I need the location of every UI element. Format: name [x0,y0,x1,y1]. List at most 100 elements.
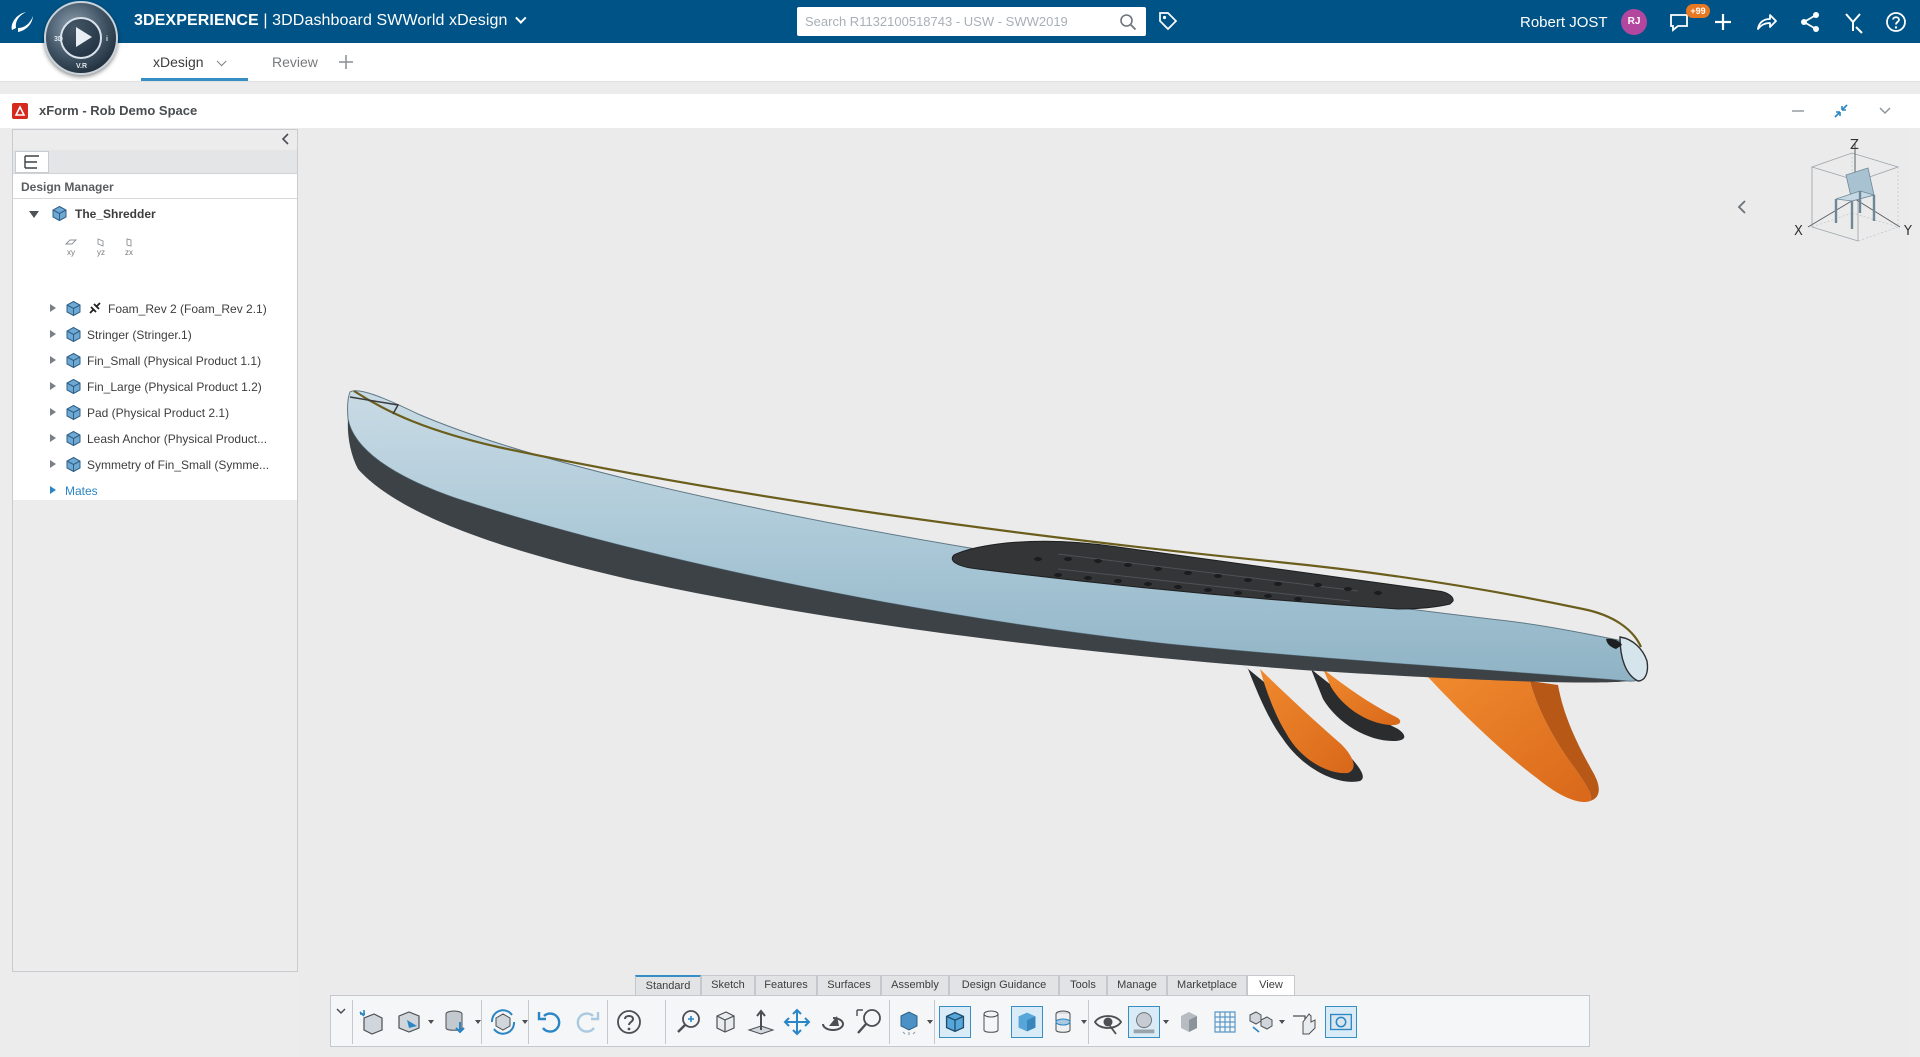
expand-icon[interactable] [50,330,56,338]
tag-icon[interactable] [1157,10,1179,32]
display-style-icon[interactable] [893,1006,925,1038]
plus-icon[interactable] [1710,9,1736,35]
add-tab-icon[interactable] [336,52,356,72]
chair-model-icon [1834,167,1876,229]
dropdown-arrow-icon[interactable] [927,1020,933,1024]
search-input[interactable] [805,11,1105,32]
undo-icon[interactable] [534,1006,566,1038]
plane-label: zx [125,248,133,257]
rotate-icon[interactable] [817,1006,849,1038]
expand-icon[interactable] [50,408,56,416]
pan-icon[interactable] [781,1006,813,1038]
chevron-down-icon[interactable] [216,56,227,67]
tab-review[interactable]: Review [272,43,318,81]
ambient-occlusion-icon[interactable] [1128,1006,1160,1038]
expand-icon[interactable] [50,304,56,312]
axis-x-label: X [1794,224,1803,239]
3d-viewport[interactable]: Z X Y [298,129,1912,1057]
dropdown-arrow-icon[interactable] [1279,1020,1285,1024]
tab-sketch[interactable]: Sketch [701,975,755,995]
plane-icon [126,238,132,247]
collapse-panel-icon[interactable] [279,132,293,146]
plane-zx[interactable]: zx [115,238,143,257]
render-icon[interactable] [1173,1006,1205,1038]
restore-icon[interactable] [1832,102,1850,120]
avatar[interactable]: RJ [1621,9,1647,35]
tree-item-foam[interactable]: Foam_Rev 2 (Foam_Rev 2.1) [13,297,297,321]
open-icon[interactable] [393,1006,425,1038]
tree-root[interactable]: The_Shredder [13,202,297,226]
view-orientation-icon[interactable] [709,1006,741,1038]
surfboard-model[interactable] [298,129,1908,1057]
plane-xy[interactable]: xy [57,238,85,257]
search-box[interactable] [797,7,1146,36]
tree-item-stringer[interactable]: Stringer (Stringer.1) [13,323,297,347]
dropdown-arrow-icon[interactable] [1163,1020,1169,1024]
tree-item-leash-anchor[interactable]: Leash Anchor (Physical Product... [13,427,297,451]
tab-view[interactable]: View [1247,975,1295,995]
expand-icon[interactable] [50,382,56,390]
tab-marketplace[interactable]: Marketplace [1167,975,1247,995]
zoom-fit-icon[interactable] [673,1006,705,1038]
new-part-icon[interactable] [356,1006,388,1038]
zoom-area-icon[interactable] [853,1006,885,1038]
normal-to-icon[interactable] [745,1006,777,1038]
visibility-icon[interactable] [1092,1006,1124,1038]
expand-icon[interactable] [29,211,39,218]
expand-icon[interactable] [50,356,56,364]
tree-item-label: Foam_Rev 2 (Foam_Rev 2.1) [108,302,267,316]
expand-icon[interactable] [50,460,56,468]
user-name[interactable]: Robert JOST [1520,14,1608,31]
design-manager-toolbar [13,150,297,174]
shaded-edges-icon[interactable] [939,1006,971,1038]
expand-icon[interactable] [50,486,56,494]
transparent-icon[interactable] [975,1006,1007,1038]
expand-icon[interactable] [50,434,56,442]
tab-tools[interactable]: Tools [1059,975,1107,995]
tree-item-pad[interactable]: Pad (Physical Product 2.1) [13,401,297,425]
grid-icon[interactable] [1209,1006,1241,1038]
view-cube[interactable]: Z X Y [1768,135,1918,265]
measure-icon[interactable] [1289,1006,1321,1038]
tab-features[interactable]: Features [755,975,817,995]
tree-item-label: Fin_Large (Physical Product 1.2) [87,380,262,394]
chevron-left-icon[interactable] [1735,199,1749,215]
chevron-down-icon[interactable] [1876,102,1894,120]
dropdown-arrow-icon[interactable] [428,1020,434,1024]
shaded-icon[interactable] [1011,1006,1043,1038]
tree-item-fin-small[interactable]: Fin_Small (Physical Product 1.1) [13,349,297,373]
minimize-icon[interactable] [1789,102,1807,120]
rebuild-icon[interactable] [487,1006,519,1038]
help-icon[interactable] [1883,9,1909,35]
tab-assembly[interactable]: Assembly [881,975,949,995]
3ds-logo-icon[interactable] [6,6,38,38]
capture-icon[interactable] [1325,1006,1357,1038]
plane-yz[interactable]: yz [87,238,115,257]
tab-surfaces[interactable]: Surfaces [817,975,881,995]
search-icon[interactable] [1119,13,1137,31]
explode-icon[interactable] [1245,1006,1277,1038]
tree-item-label: Symmetry of Fin_Small (Symme... [87,458,270,472]
tab-manage[interactable]: Manage [1107,975,1167,995]
app-title[interactable]: 3DEXPERIENCE | 3DDashboard SWWorld xDesi… [134,12,527,30]
save-icon[interactable] [440,1006,472,1038]
share-icon[interactable] [1753,9,1779,35]
collapse-action-bar-icon[interactable] [334,1004,348,1018]
separator [889,1000,890,1044]
tools-icon[interactable] [1840,9,1866,35]
network-icon[interactable] [1797,9,1823,35]
tab-standard[interactable]: Standard [635,975,701,995]
part-cube-icon [66,404,81,421]
tab-design-guidance[interactable]: Design Guidance [949,975,1059,995]
fin-large[interactable] [1428,677,1599,803]
tree-item-symmetry[interactable]: Symmetry of Fin_Small (Symme... [13,453,297,477]
redo-icon[interactable] [571,1006,603,1038]
tree-item-fin-large[interactable]: Fin_Large (Physical Product 1.2) [13,375,297,399]
help-icon[interactable] [613,1006,645,1038]
dropdown-arrow-icon[interactable] [1081,1020,1087,1024]
part-cube-icon [66,326,81,343]
tree-view-button[interactable] [15,151,49,173]
compass-icon[interactable]: 3D i V.R [44,1,118,75]
tab-xdesign[interactable]: xDesign [141,43,248,81]
section-icon[interactable] [1047,1006,1079,1038]
